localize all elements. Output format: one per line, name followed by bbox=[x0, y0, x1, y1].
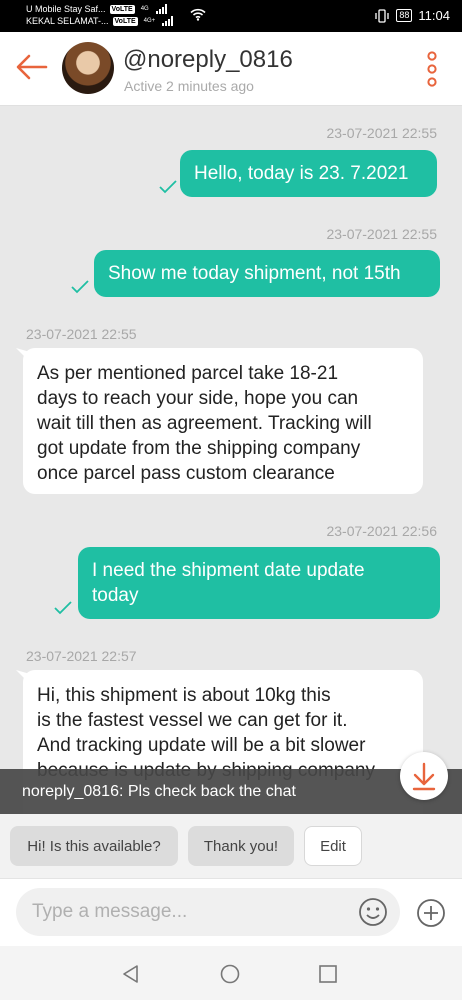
new-message-banner[interactable]: noreply_0816: Pls check back the chat bbox=[0, 769, 462, 814]
signal-icon bbox=[155, 4, 167, 14]
nav-recent-icon[interactable] bbox=[318, 964, 338, 984]
message-timestamp: 23-07-2021 22:56 bbox=[326, 523, 437, 539]
message-text: Hi, this shipment is about 10kg this bbox=[37, 685, 331, 706]
check-icon bbox=[71, 280, 89, 294]
plus-icon[interactable] bbox=[416, 898, 446, 928]
message-bubble-outgoing[interactable]: I need the shipment date update today bbox=[78, 547, 440, 619]
status-bar: U Mobile Stay Saf... VoLTE 4G KEKAL SELA… bbox=[0, 0, 462, 32]
nav-home-icon[interactable] bbox=[220, 964, 240, 984]
scroll-down-icon bbox=[412, 762, 436, 791]
message-text: As per mentioned parcel take 18-21 bbox=[37, 363, 339, 384]
check-icon bbox=[159, 180, 177, 194]
chat-username[interactable]: @noreply_0816 bbox=[123, 46, 293, 74]
check-icon bbox=[54, 601, 72, 615]
carrier-info: U Mobile Stay Saf... VoLTE 4G KEKAL SELA… bbox=[26, 3, 174, 27]
banner-text: noreply_0816: Pls check back the chat bbox=[22, 783, 296, 800]
network-type-2: 4G+ bbox=[143, 18, 156, 24]
carrier-line-2: KEKAL SELAMAT-... bbox=[26, 16, 109, 26]
chat-header: @noreply_0816 Active 2 minutes ago bbox=[0, 32, 462, 106]
message-text: days to reach your side, hope you can bbox=[37, 388, 359, 409]
vibrate-icon bbox=[375, 8, 390, 23]
message-timestamp: 23-07-2021 22:55 bbox=[26, 326, 137, 342]
message-text: got update from the shipping company bbox=[37, 438, 361, 459]
status-right: 88 11:04 bbox=[374, 8, 450, 23]
emoji-icon[interactable] bbox=[358, 897, 388, 927]
message-text: Show me today shipment, not 15th bbox=[108, 263, 401, 284]
message-text: once parcel pass custom clearance bbox=[37, 463, 335, 484]
message-bubble-incoming[interactable]: As per mentioned parcel take 18-21 days … bbox=[23, 348, 423, 494]
quick-reply-available[interactable]: Hi! Is this available? bbox=[10, 826, 178, 866]
message-timestamp: 23-07-2021 22:55 bbox=[326, 226, 437, 242]
message-timestamp: 23-07-2021 22:57 bbox=[26, 648, 137, 664]
message-input[interactable] bbox=[16, 888, 400, 936]
volte-badge-2: VoLTE bbox=[112, 16, 138, 26]
message-text: today bbox=[92, 585, 139, 606]
signal-icon bbox=[162, 16, 174, 26]
scroll-down-button[interactable] bbox=[400, 752, 448, 800]
message-text: Hello, today is 23. 7.2021 bbox=[194, 163, 409, 184]
volte-badge-1: VoLTE bbox=[109, 4, 135, 14]
back-arrow-icon[interactable] bbox=[14, 52, 50, 82]
message-timestamp: 23-07-2021 22:55 bbox=[326, 125, 437, 141]
chat-area[interactable]: 23-07-2021 22:55 Hello, today is 23. 7.2… bbox=[0, 106, 462, 820]
quick-reply-edit-button[interactable]: Edit bbox=[304, 826, 362, 866]
clock: 11:04 bbox=[418, 8, 450, 23]
avatar[interactable] bbox=[62, 42, 114, 94]
wifi-icon bbox=[190, 8, 206, 21]
message-text: wait till then as agreement. Tracking wi… bbox=[37, 413, 372, 434]
quick-replies: Hi! Is this available? Thank you! Edit bbox=[0, 814, 462, 878]
message-bubble-outgoing[interactable]: Show me today shipment, not 15th bbox=[94, 250, 440, 297]
battery-icon: 88 bbox=[396, 9, 413, 22]
quick-reply-thank-you[interactable]: Thank you! bbox=[188, 826, 294, 866]
message-bubble-outgoing[interactable]: Hello, today is 23. 7.2021 bbox=[180, 150, 437, 197]
message-text: I need the shipment date update bbox=[92, 560, 365, 581]
more-vertical-icon[interactable] bbox=[422, 50, 442, 88]
active-status: Active 2 minutes ago bbox=[124, 78, 254, 94]
nav-back-icon[interactable] bbox=[121, 964, 141, 984]
system-nav-bar bbox=[0, 946, 462, 1000]
message-input-bar bbox=[0, 878, 462, 946]
carrier-line-1: U Mobile Stay Saf... bbox=[26, 4, 106, 14]
message-text: And tracking update will be a bit slower bbox=[37, 735, 366, 756]
network-type-1: 4G bbox=[140, 6, 149, 12]
message-text: is the fastest vessel we can get for it. bbox=[37, 710, 348, 731]
